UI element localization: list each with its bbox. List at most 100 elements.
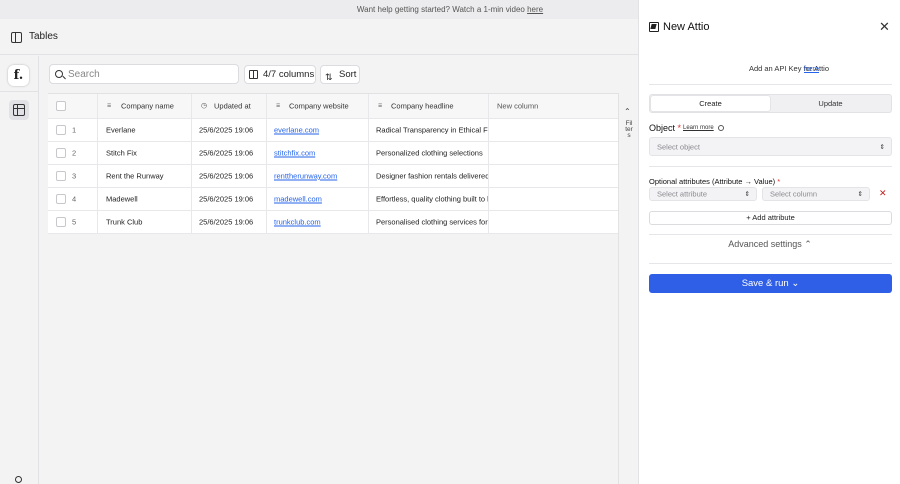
company-name-cell[interactable]: Trunk Club	[106, 218, 142, 227]
chevron-down-icon: ⌄	[791, 278, 800, 289]
integration-panel: New Attio ✕ Add an API Key for Attio her…	[638, 0, 900, 484]
table-toolbar: 4/7 columns ⇅ Sort	[39, 56, 638, 92]
learn-more-link[interactable]: Learn more	[683, 125, 714, 131]
column-header-company-website[interactable]: ≡ Company website	[267, 94, 369, 118]
row-checkbox[interactable]	[56, 148, 66, 158]
object-select[interactable]: Select object ⇕	[649, 137, 892, 156]
text-type-icon: ≡	[276, 102, 281, 110]
select-all-checkbox[interactable]	[56, 101, 66, 111]
help-banner-link[interactable]: here	[527, 5, 543, 14]
mode-toggle: Create Update	[649, 94, 892, 113]
sort-icon: ⇅	[325, 72, 333, 82]
row-number: 1	[72, 125, 77, 135]
company-website-link[interactable]: trunkclub.com	[274, 218, 321, 227]
text-type-icon: ≡	[107, 102, 112, 110]
table-row[interactable]: 1 Everlane 25/6/2025 19:06 everlane.com …	[48, 119, 618, 142]
table-row[interactable]: 2 Stitch Fix 25/6/2025 19:06 stitchfix.c…	[48, 142, 618, 165]
remove-attribute-icon[interactable]: ✕	[879, 188, 887, 199]
updated-at-cell[interactable]: 25/6/2025 19:06	[199, 149, 253, 158]
company-name-cell[interactable]: Everlane	[106, 126, 136, 135]
updated-at-cell[interactable]: 25/6/2025 19:06	[199, 126, 253, 135]
sort-label: Sort	[339, 69, 357, 80]
text-type-icon: ≡	[378, 102, 383, 110]
new-column-cell[interactable]	[489, 142, 618, 164]
new-column-cell[interactable]	[489, 211, 618, 233]
plus-icon: +	[746, 213, 751, 222]
optional-attributes-label: Optional attributes (Attribute → Value) …	[649, 177, 781, 186]
company-name-cell[interactable]: Madewell	[106, 195, 138, 204]
settings-icon[interactable]	[15, 476, 22, 483]
updated-at-cell[interactable]: 25/6/2025 19:06	[199, 195, 253, 204]
attribute-select-value: Select attribute	[657, 189, 708, 199]
new-column-cell[interactable]	[489, 119, 618, 141]
company-name-cell[interactable]: Stitch Fix	[106, 149, 137, 158]
table-icon	[13, 104, 25, 116]
object-select-value: Select object	[657, 142, 700, 151]
filters-label: Filters	[625, 120, 633, 139]
company-name-cell[interactable]: Rent the Runway	[106, 172, 164, 181]
table-row[interactable]: 5 Trunk Club 25/6/2025 19:06 trunkclub.c…	[48, 211, 618, 234]
column-header-updated-at[interactable]: ◷ Updated at	[192, 94, 267, 118]
column-select-value: Select column	[770, 189, 818, 199]
data-table: ≡ Company name ◷ Updated at ≡ Company websi…	[48, 93, 618, 234]
row-number: 5	[72, 217, 77, 227]
add-attribute-button[interactable]: + Add attribute	[649, 211, 892, 225]
columns-button[interactable]: 4/7 columns	[244, 65, 316, 84]
company-headline-cell[interactable]: Designer fashion rentals delivered	[376, 172, 488, 181]
close-icon[interactable]: ✕	[879, 19, 890, 35]
company-website-link[interactable]: everlane.com	[274, 126, 319, 135]
save-and-run-label: Save & run	[741, 278, 789, 289]
divider	[649, 84, 892, 85]
new-column-label: New column	[497, 101, 539, 111]
page-title: Tables	[29, 31, 58, 42]
column-header-label: Company headline	[391, 101, 454, 111]
chevron-updown-icon: ⇕	[879, 143, 885, 151]
company-headline-cell[interactable]: Personalised clothing services for men	[376, 218, 488, 227]
company-headline-cell[interactable]: Personalized clothing selections	[376, 149, 483, 158]
updated-at-cell[interactable]: 25/6/2025 19:06	[199, 218, 253, 227]
new-column-button[interactable]: New column	[489, 94, 618, 118]
divider	[649, 234, 892, 235]
table-row[interactable]: 4 Madewell 25/6/2025 19:06 madewell.com …	[48, 188, 618, 211]
save-and-run-button[interactable]: Save & run ⌄	[649, 274, 892, 293]
column-header-label: Company name	[121, 101, 174, 111]
search-input[interactable]	[68, 67, 233, 81]
company-website-link[interactable]: renttherunway.com	[274, 172, 337, 181]
nav-divider	[0, 91, 39, 92]
table-row[interactable]: 3 Rent the Runway 25/6/2025 19:06 rentth…	[48, 165, 618, 188]
app-logo[interactable]: f.	[8, 65, 29, 86]
columns-icon	[249, 70, 258, 79]
new-column-cell[interactable]	[489, 165, 618, 187]
row-checkbox[interactable]	[56, 194, 66, 204]
tab-update[interactable]: Update	[771, 96, 890, 111]
api-key-link[interactable]: here	[804, 64, 819, 73]
nav-tables-button[interactable]	[9, 100, 29, 120]
updated-at-cell[interactable]: 25/6/2025 19:06	[199, 172, 253, 181]
row-checkbox[interactable]	[56, 217, 66, 227]
advanced-settings-label: Advanced settings	[728, 239, 802, 249]
column-header-label: Updated at	[214, 101, 251, 111]
sort-button[interactable]: ⇅ Sort	[320, 65, 360, 84]
info-icon[interactable]	[718, 125, 724, 131]
row-checkbox[interactable]	[56, 125, 66, 135]
company-website-link[interactable]: madewell.com	[274, 195, 322, 204]
company-headline-cell[interactable]: Effortless, quality clothing built to la…	[376, 195, 488, 204]
search-box[interactable]	[49, 64, 239, 84]
new-column-cell[interactable]	[489, 188, 618, 210]
table-header-row: ≡ Company name ◷ Updated at ≡ Company websi…	[48, 94, 618, 119]
attribute-select[interactable]: Select attribute ⇕	[649, 187, 757, 201]
left-nav: f.	[0, 56, 39, 484]
column-header-company-name[interactable]: ≡ Company name	[98, 94, 192, 118]
row-number: 2	[72, 148, 77, 158]
company-website-link[interactable]: stitchfix.com	[274, 149, 315, 158]
divider	[649, 166, 892, 167]
row-number: 3	[72, 171, 77, 181]
advanced-settings-toggle[interactable]: Advanced settings ⌃	[639, 239, 900, 250]
tab-create[interactable]: Create	[651, 96, 770, 111]
filters-toggle[interactable]: ⌃ Filters	[618, 93, 638, 484]
company-headline-cell[interactable]: Radical Transparency in Ethical Fashion	[376, 126, 488, 135]
column-select[interactable]: Select column ⇕	[762, 187, 870, 201]
column-header-company-headline[interactable]: ≡ Company headline	[369, 94, 489, 118]
row-checkbox[interactable]	[56, 171, 66, 181]
object-label: Object *	[649, 123, 682, 133]
